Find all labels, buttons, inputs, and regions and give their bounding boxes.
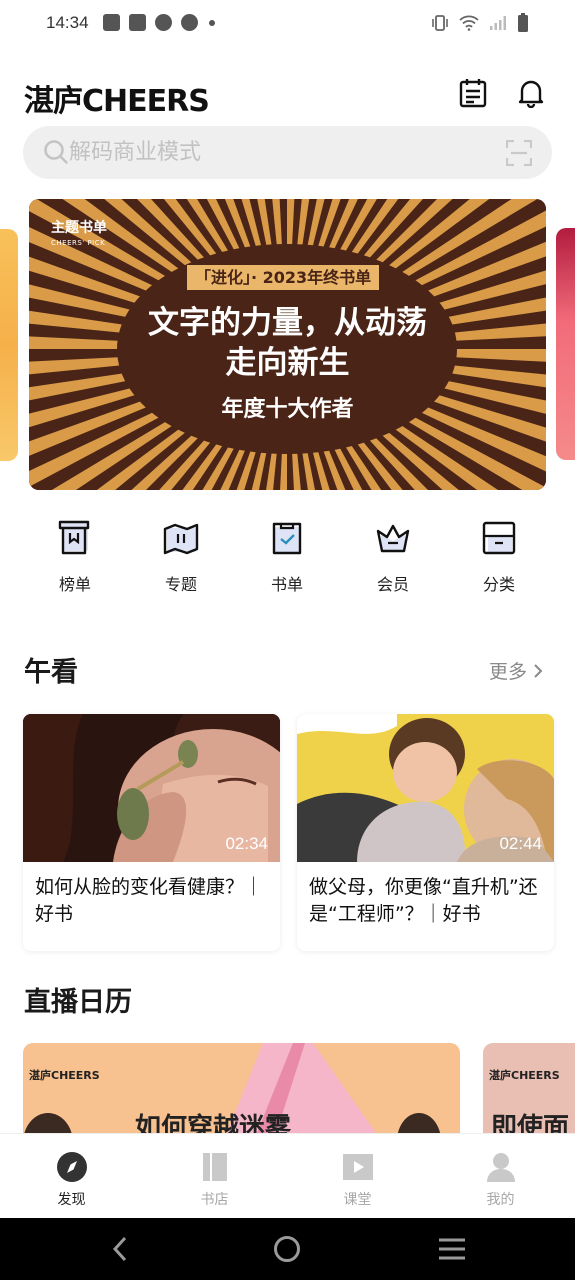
banner-prev-peek[interactable] [0, 229, 18, 461]
quick-nav-booklist[interactable]: 书单 [234, 515, 340, 595]
more-link-label: 更多 [489, 661, 528, 683]
status-time: 14:34 [46, 13, 89, 32]
bottom-tab-bar: 发现 书店 课堂 我的 [0, 1133, 575, 1218]
tab-label: 发现 [57, 1192, 86, 1208]
signal-icon [490, 16, 506, 30]
banner-tag-en: CHEERS' PICK [51, 239, 106, 247]
quick-nav: 榜单 专题 书单 会员 分类 [22, 515, 553, 595]
video-card[interactable]: 02:34 如何从脸的变化看健康？｜好书 [23, 714, 280, 951]
section-title-watch: 午看 [24, 657, 78, 688]
recents-button[interactable] [432, 1233, 472, 1265]
tab-discover[interactable]: 发现 [0, 1134, 143, 1219]
user-icon [486, 1153, 515, 1182]
home-circle-icon [274, 1236, 300, 1262]
quick-nav-ranking[interactable]: 榜单 [22, 515, 128, 595]
play-icon [342, 1154, 373, 1180]
battery-icon [518, 13, 528, 32]
bag-notification-icon [103, 14, 120, 31]
banner-card[interactable]: 主题书单 CHEERS' PICK 「进化」· 2023年终书单 文字的力量，从… [29, 199, 546, 490]
more-notifications-icon [209, 19, 215, 26]
banner-title-line1: 文字的力量，从动荡 [148, 305, 427, 341]
video-card[interactable]: 02:44 做父母，你更像“直升机”还是“工程师”？｜好书 [297, 714, 554, 951]
gauge-notification-icon [155, 14, 172, 31]
category-box-icon [482, 521, 516, 555]
live-card[interactable]: 湛庐CHEERS 如何穿越迷雾 [23, 1043, 460, 1143]
banner-tag: 主题书单 CHEERS' PICK [51, 217, 107, 247]
system-nav-bar [0, 1218, 575, 1280]
quick-nav-label: 会员 [376, 575, 409, 594]
map-book-icon [163, 523, 199, 555]
quick-nav-categories[interactable]: 分类 [446, 515, 552, 595]
banner-title: 文字的力量，从动荡 走向新生 [29, 303, 546, 383]
tab-label: 课堂 [343, 1192, 372, 1208]
banner-label: 「进化」· 2023年终书单 [187, 265, 380, 290]
search-icon [44, 140, 68, 164]
home-button[interactable] [267, 1233, 307, 1265]
quick-nav-label: 书单 [270, 575, 303, 594]
books-icon [202, 1153, 227, 1181]
video-title: 做父母，你更像“直升机”还是“工程师”？｜好书 [309, 876, 538, 925]
compass-icon [56, 1152, 87, 1182]
live-card-logo: 湛庐CHEERS [489, 1069, 560, 1082]
bag-notification-icon [129, 14, 146, 31]
menu-lines-icon [439, 1238, 465, 1260]
video-thumbnail: 02:44 [297, 714, 554, 862]
wifi-icon [459, 15, 479, 31]
calendar-button[interactable] [458, 78, 488, 108]
search-input[interactable] [69, 126, 489, 179]
notification-icons [103, 14, 215, 31]
video-thumbnail: 02:34 [23, 714, 280, 862]
live-card[interactable]: 湛庐CHEERS 即使面 [483, 1043, 575, 1143]
banner-tag-cn: 主题书单 [51, 220, 107, 236]
scan-icon[interactable] [506, 140, 532, 166]
video-title: 如何从脸的变化看健康？｜好书 [35, 876, 264, 925]
ranking-icon [58, 520, 90, 555]
quick-nav-topics[interactable]: 专题 [128, 515, 234, 595]
tab-classroom[interactable]: 课堂 [286, 1134, 429, 1219]
tab-bookstore[interactable]: 书店 [143, 1134, 286, 1219]
quick-nav-label: 榜单 [58, 575, 91, 594]
quick-nav-membership[interactable]: 会员 [340, 515, 446, 595]
app-header: 湛庐CHEERS [0, 70, 575, 120]
section-title-live: 直播日历 [24, 987, 132, 1018]
back-button[interactable] [100, 1233, 140, 1265]
clipboard-check-icon [272, 522, 302, 555]
quick-nav-label: 专题 [164, 575, 197, 594]
bell-icon [518, 80, 544, 108]
vibrate-icon [432, 15, 448, 31]
live-card-logo: 湛庐CHEERS [29, 1069, 100, 1082]
video-duration: 02:34 [225, 834, 268, 853]
tab-label: 书店 [200, 1192, 229, 1208]
status-bar: 14:34 [0, 0, 575, 48]
tab-label: 我的 [486, 1192, 515, 1208]
video-duration: 02:44 [499, 834, 542, 853]
tab-profile[interactable]: 我的 [429, 1134, 572, 1219]
system-icons [431, 13, 529, 33]
search-bar[interactable] [23, 126, 552, 179]
banner-subtitle: 年度十大作者 [221, 397, 354, 422]
calendar-list-icon [459, 79, 487, 108]
app-logo: 湛庐CHEERS [24, 84, 210, 119]
banner-title-line2: 走向新生 [225, 345, 350, 381]
more-link[interactable]: 更多 [489, 657, 543, 684]
chevron-right-icon [534, 663, 543, 678]
gauge-notification-icon [181, 14, 198, 31]
notifications-button[interactable] [516, 78, 546, 108]
banner-next-peek[interactable] [556, 228, 575, 460]
quick-nav-label: 分类 [482, 575, 515, 594]
crown-icon [376, 524, 410, 553]
back-icon [112, 1236, 127, 1262]
